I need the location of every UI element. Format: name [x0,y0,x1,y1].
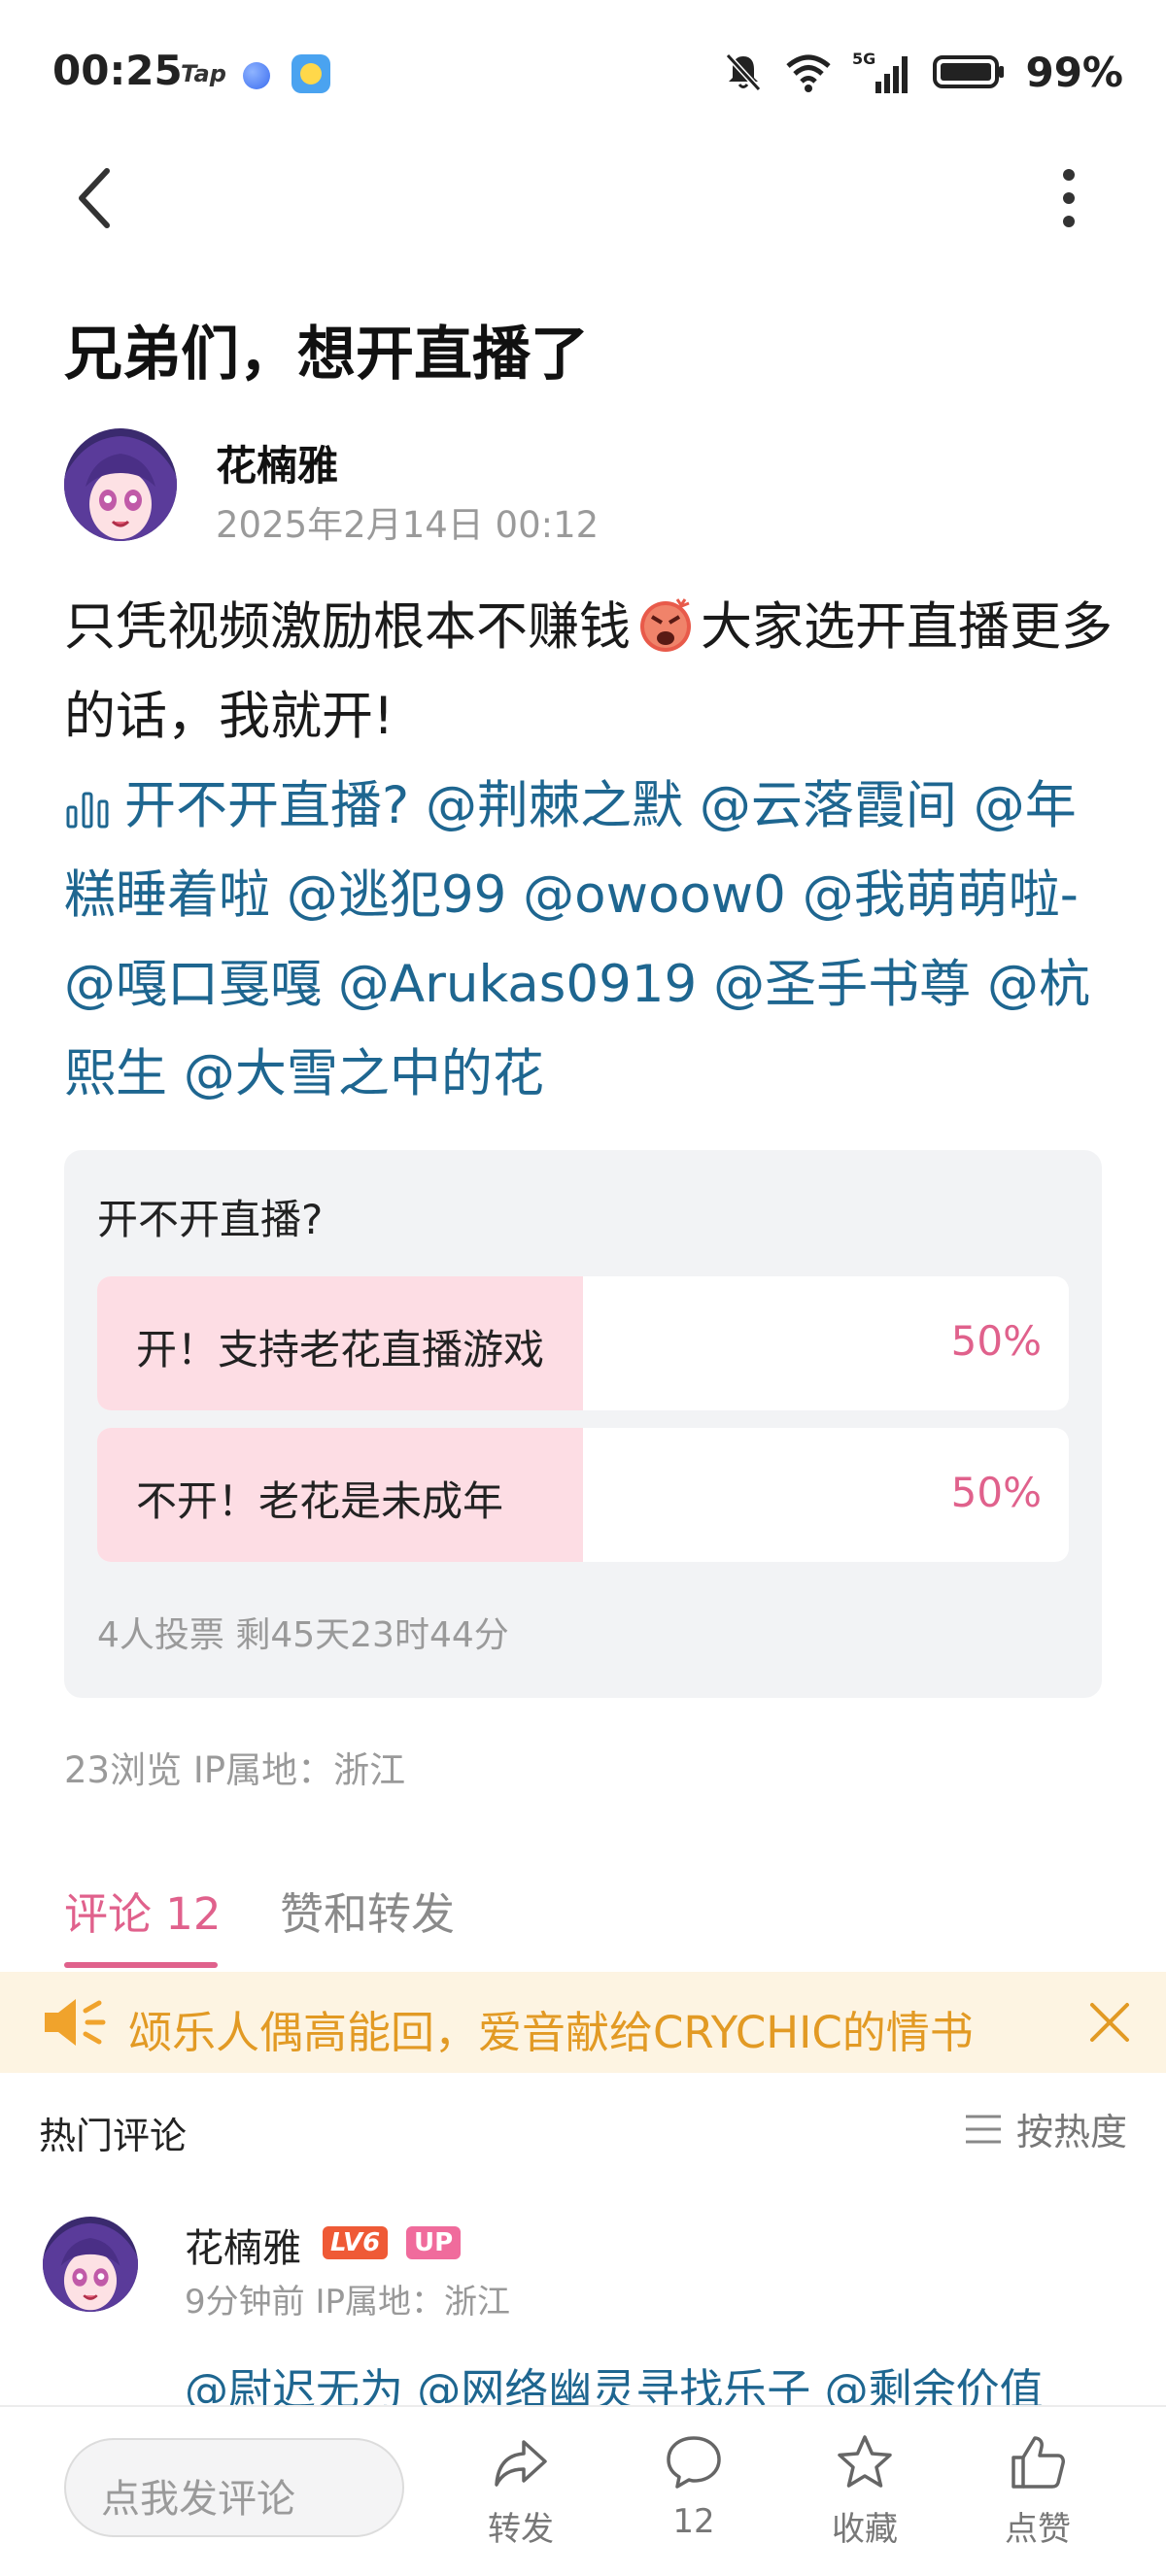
poll-question: 开不开直播? [97,1196,324,1243]
poll-bars-icon [66,792,109,829]
tab-likes-reposts[interactable]: 赞和转发 [280,1879,455,1942]
mention[interactable]: @大雪之中的花 [184,1044,544,1103]
share-arrow-icon [495,2440,547,2487]
angry-face-icon [640,598,691,652]
post-date: 2025年2月14日 00:12 [216,504,600,546]
poll-option-1[interactable]: 不开！老花是未成年 50% [97,1428,1069,1562]
mention[interactable]: @荆棘之默 [426,776,683,835]
mention[interactable]: @owoow0 [523,865,786,925]
speaker-icon [45,1999,106,2046]
repost-button[interactable]: 转发 [463,2432,579,2568]
thumbs-up-icon [1012,2436,1065,2489]
tab-comments[interactable]: 评论 12 [64,1879,222,1942]
signal-5g-icon: 5G [852,50,909,93]
post-meta: 23浏览 IP属地：浙江 [64,1749,406,1791]
poll-footer: 4人投票 剩45天23时44分 [97,1615,509,1655]
comment-avatar[interactable] [43,2217,138,2312]
announcement-banner[interactable]: 颂乐人偶高能回，爱音献给CRYCHIC的情书 [0,1972,1166,2073]
mention[interactable]: @圣手书尊 [713,955,971,1014]
app-notification-icon [243,62,270,89]
author-avatar[interactable] [64,428,177,541]
mute-bell-icon [726,52,762,92]
list-sort-icon [965,2115,1001,2143]
more-options-icon[interactable] [1040,159,1098,237]
status-time: 00:25 [52,47,183,94]
mention[interactable]: @Arukas0919 [338,955,697,1014]
post-body: 只凭视频激励根本不赚钱 大家选开直播更多的话，我就开! 开不开直播? @荆棘之默… [64,583,1114,1119]
level-badge: LV6 [323,2226,389,2259]
comment-time: 9分钟前 IP属地：浙江 [185,2283,510,2322]
comment-count: 12 [672,2502,715,2541]
comment-button[interactable]: 12 [635,2432,752,2568]
poll-link[interactable]: 开不开直播? [64,776,409,835]
poll-option-0[interactable]: 开！支持老花直播游戏 50% [97,1276,1069,1410]
star-icon [838,2435,892,2488]
svg-text:5G: 5G [852,50,875,68]
like-button[interactable]: 点赞 [979,2432,1096,2568]
poll-link-text[interactable]: 开不开直播? [124,776,409,835]
tab-active-indicator [64,1962,218,1968]
close-icon[interactable] [1082,1995,1137,2050]
hot-comments-title: 热门评论 [39,2115,188,2157]
comment-text[interactable]: @尉迟无为 @网络幽灵寻找乐子 @剩余价值 [185,2355,1156,2411]
mention[interactable]: @我萌萌啦- [803,865,1079,925]
favorite-label: 收藏 [832,2510,898,2549]
poll-option-percent: 50% [950,1317,1042,1365]
banner-text[interactable]: 颂乐人偶高能回，爱音献给CRYCHIC的情书 [128,1997,974,2060]
repost-label: 转发 [488,2510,554,2549]
status-bar: 00:25 Tap 5G 99% [0,0,1166,146]
comment-input[interactable]: 点我发评论 [64,2438,404,2537]
comment-author[interactable]: 花楠雅 [185,2217,301,2273]
favorite-button[interactable]: 收藏 [806,2432,923,2568]
mention[interactable]: @云落霞间 [700,776,957,835]
up-badge: UP [406,2226,462,2259]
status-indicators: 5G 99% [722,43,1123,101]
poll-card: 开不开直播? 开！支持老花直播游戏 50% 不开！老花是未成年 50% 4人投票… [64,1150,1102,1698]
post-text-part1: 只凭视频激励根本不赚钱 [64,597,631,657]
comment-input-placeholder: 点我发评论 [101,2477,295,2522]
battery-percent: 99% [1025,48,1123,96]
poll-option-percent: 50% [950,1469,1042,1516]
weather-app-icon [292,54,330,93]
wifi-icon [786,54,832,92]
tap-app-icon: Tap [181,60,226,87]
bottom-action-bar: 点我发评论 转发 12 收藏 点赞 [0,2405,1166,2576]
poll-option-label: 不开！老花是未成年 [136,1477,504,1525]
sort-label[interactable]: 按热度 [1016,2102,1127,2155]
back-arrow-icon[interactable] [68,159,126,237]
poll-option-label: 开！支持老花直播游戏 [136,1326,545,1373]
mention[interactable]: @嘎口戛嘎 [64,955,322,1014]
post-title: 兄弟们，想开直播了 [64,321,589,389]
battery-icon [933,55,1005,88]
author-name[interactable]: 花楠雅 [216,433,338,492]
comment-bubble-icon [667,2436,721,2489]
mention[interactable]: @逃犯99 [287,865,506,925]
sort-by-heat-button[interactable]: 按热度 [964,2102,1127,2155]
like-label: 点赞 [1005,2510,1071,2549]
